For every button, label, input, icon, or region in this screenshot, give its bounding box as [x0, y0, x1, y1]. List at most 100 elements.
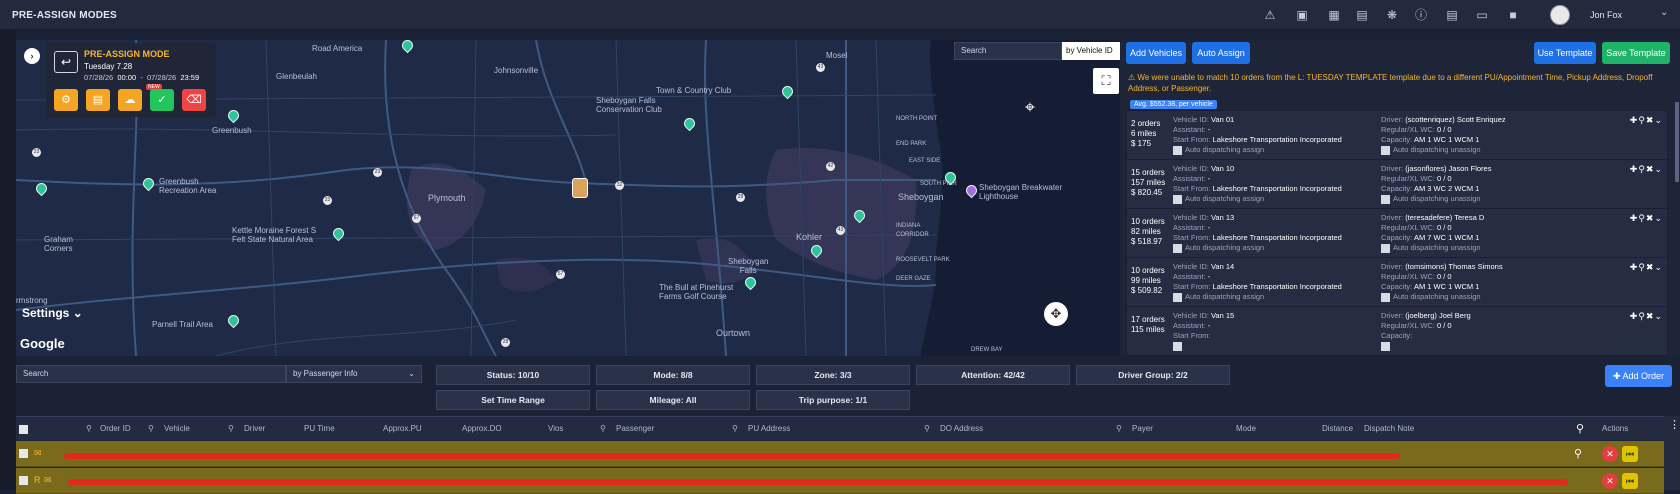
chevron-down-icon[interactable]: ⌄	[1654, 262, 1663, 272]
search-icon[interactable]: ⚲	[86, 424, 92, 433]
box-icon[interactable]: ▣	[1294, 7, 1310, 23]
auto-assign-checkbox[interactable]	[1173, 292, 1182, 302]
column-header[interactable]: Driver	[244, 424, 265, 433]
search-icon[interactable]: ⚲	[148, 424, 154, 433]
map-pin-icon[interactable]: ⚲	[1576, 422, 1584, 435]
mode-filter[interactable]: Mode: 8/8	[596, 365, 750, 385]
search-by-select[interactable]: by Passenger Info ⌄	[286, 365, 422, 383]
map-pin-icon[interactable]: ⚲	[1638, 213, 1646, 223]
auto-unassign-checkbox[interactable]	[1381, 292, 1390, 302]
auto-unassign-checkbox[interactable]	[1381, 243, 1390, 253]
table-row[interactable]: ✉ ⚲ ✕ ⏮	[16, 441, 1664, 467]
attention-filter[interactable]: Attention: 42/42	[916, 365, 1070, 385]
settings-button[interactable]: ⚙	[54, 89, 78, 111]
collapse-toggle-icon[interactable]: ›	[24, 48, 40, 64]
cancel-order-button[interactable]: ✕	[1602, 446, 1618, 462]
auto-assign-checkbox[interactable]	[1173, 194, 1182, 204]
auto-assign-checkbox[interactable]	[1173, 341, 1182, 351]
orders-search-input[interactable]: Search	[16, 365, 286, 383]
upload-button[interactable]: ☁	[118, 89, 142, 111]
table-row[interactable]: R ✉ ✕ ⏮	[16, 468, 1664, 494]
driver-group-filter[interactable]: Driver Group: 2/2	[1076, 365, 1230, 385]
map-settings-toggle[interactable]: Settings ⌄	[22, 306, 83, 320]
auto-unassign-checkbox[interactable]	[1381, 145, 1390, 155]
camera-icon[interactable]: ■	[1505, 7, 1521, 23]
map-search-input[interactable]: Search	[954, 42, 1062, 60]
select-all-checkbox[interactable]	[19, 425, 28, 434]
bell-icon[interactable]: ⚠	[1262, 7, 1278, 23]
add-vehicles-button[interactable]: Add Vehicles	[1126, 42, 1186, 64]
search-icon[interactable]: ⚲	[732, 424, 738, 433]
auto-assign-button[interactable]: Auto Assign	[1192, 42, 1250, 64]
use-template-button[interactable]: Use Template	[1534, 42, 1596, 64]
confirm-button[interactable]: ✓	[150, 89, 174, 111]
fullscreen-icon[interactable]: ⛶	[1093, 68, 1119, 94]
locate-icon[interactable]: ⌖	[1018, 95, 1042, 119]
column-header[interactable]: Payer	[1132, 424, 1153, 433]
chevron-down-icon[interactable]: ⌄	[1654, 164, 1663, 174]
zone-filter[interactable]: Zone: 3/3	[756, 365, 910, 385]
chevron-down-icon[interactable]: ⌄	[1654, 311, 1663, 321]
chat-icon[interactable]: ▤	[1354, 7, 1370, 23]
trip-purpose-filter[interactable]: Trip purpose: 1/1	[756, 390, 910, 410]
column-header[interactable]: Order ID	[100, 424, 131, 433]
column-header[interactable]: Vios	[548, 424, 563, 433]
status-filter[interactable]: Status: 10/10	[436, 365, 590, 385]
auto-unassign-checkbox[interactable]	[1381, 194, 1390, 204]
chevron-down-icon[interactable]: ⌄	[1660, 7, 1668, 18]
column-header[interactable]: Vehicle	[164, 424, 190, 433]
column-header[interactable]: Distance	[1322, 424, 1353, 433]
vehicle-card[interactable]: 10 orders 82 miles $ 518.97 Vehicle ID: Van…	[1126, 208, 1668, 258]
chevron-down-icon[interactable]: ⌄	[1654, 213, 1663, 223]
more-vertical-icon[interactable]: ⋮	[1669, 418, 1680, 431]
column-header[interactable]: Approx.PU	[383, 424, 422, 433]
save-template-button[interactable]: Save Template	[1602, 42, 1670, 64]
column-header[interactable]: Dispatch Note	[1364, 424, 1414, 433]
user-name[interactable]: Jon Fox	[1590, 10, 1622, 20]
column-header[interactable]: Mode	[1236, 424, 1256, 433]
time-range-button[interactable]: Set Time Range	[436, 390, 590, 410]
search-icon[interactable]: ⚲	[228, 424, 234, 433]
delete-button[interactable]: ⌫	[182, 89, 206, 111]
vehicle-marker-icon[interactable]	[572, 178, 588, 198]
map-search-by-select[interactable]: by Vehicle ID	[1062, 42, 1120, 60]
back-button[interactable]: ↩	[54, 51, 78, 73]
skip-back-button[interactable]: ⏮	[1622, 473, 1638, 489]
auto-assign-checkbox[interactable]	[1173, 243, 1182, 253]
chevron-down-icon[interactable]: ⌄	[1654, 115, 1663, 125]
map-pin-icon[interactable]: ⚲	[1574, 447, 1582, 460]
document-icon[interactable]: ▤	[1444, 7, 1460, 23]
column-header[interactable]: PU Address	[748, 424, 790, 433]
avatar[interactable]	[1550, 5, 1570, 25]
cast-icon[interactable]: ▭	[1474, 7, 1490, 23]
vehicle-card[interactable]: 2 orders 6 miles $ 175 Vehicle ID: Van 01 As…	[1126, 110, 1668, 160]
scrollbar[interactable]	[1675, 102, 1679, 182]
row-checkbox[interactable]	[19, 476, 28, 485]
vehicle-card[interactable]: 15 orders 157 miles $ 820.45 Vehicle ID: Va…	[1126, 159, 1668, 209]
search-icon[interactable]: ⚲	[600, 424, 606, 433]
search-icon[interactable]: ⚲	[1116, 424, 1122, 433]
bug-icon[interactable]: ❋	[1384, 7, 1400, 23]
truck-icon[interactable]: ▦	[1326, 7, 1342, 23]
map-pin-icon[interactable]: ⚲	[1638, 262, 1646, 272]
map-view[interactable]: Road America Mosel Glenbeulah Johnsonvil…	[16, 40, 1120, 356]
vehicle-card[interactable]: 10 orders 99 miles $ 509.82 Vehicle ID: Van…	[1126, 257, 1668, 307]
help-icon[interactable]: ⓘ	[1413, 7, 1429, 23]
add-order-button[interactable]: ✚ Add Order	[1605, 365, 1672, 387]
column-header[interactable]: PU Time	[304, 424, 335, 433]
column-header[interactable]: Passenger	[616, 424, 654, 433]
auto-assign-checkbox[interactable]	[1173, 145, 1182, 155]
template-button[interactable]: ▤	[86, 89, 110, 111]
skip-back-button[interactable]: ⏮	[1622, 446, 1638, 462]
table-menu[interactable]: ⋮	[1664, 416, 1680, 490]
vehicle-card[interactable]: 17 orders 115 miles Vehicle ID: Van 15 Assi…	[1126, 306, 1668, 356]
map-pin-icon[interactable]: ⚲	[1638, 115, 1646, 125]
pan-control-icon[interactable]: ✥	[1044, 302, 1068, 326]
search-icon[interactable]: ⚲	[924, 424, 930, 433]
map-pin-icon[interactable]: ⚲	[1638, 164, 1646, 174]
column-header[interactable]: DO Address	[940, 424, 983, 433]
cancel-order-button[interactable]: ✕	[1602, 473, 1618, 489]
auto-unassign-checkbox[interactable]	[1381, 341, 1390, 351]
row-checkbox[interactable]	[19, 449, 28, 458]
mileage-filter[interactable]: Mileage: All	[596, 390, 750, 410]
